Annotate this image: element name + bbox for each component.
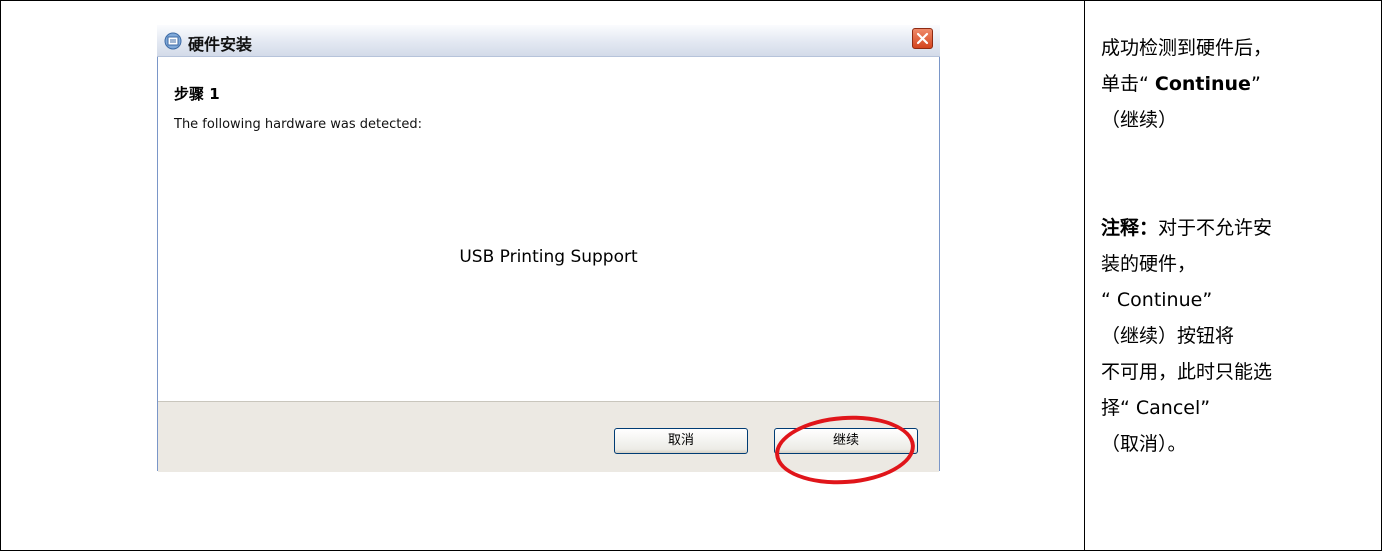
note-label: 注释： bbox=[1101, 217, 1159, 239]
note-line: 择“ Cancel” bbox=[1101, 397, 1211, 419]
note-line: （继续）按钮将 bbox=[1101, 325, 1235, 347]
hardware-icon bbox=[163, 31, 183, 51]
note-text: 单击“ bbox=[1101, 73, 1155, 95]
note-text: ” bbox=[1250, 73, 1261, 95]
note-line: 装的硬件， bbox=[1101, 253, 1197, 275]
note-line: （取消）。 bbox=[1101, 433, 1187, 455]
note-line: 不可用，此时只能选 bbox=[1101, 361, 1273, 383]
note-line: 单击“ Continue” bbox=[1101, 66, 1371, 102]
note-line: （继续） bbox=[1101, 109, 1178, 131]
cancel-button[interactable]: 取消 bbox=[614, 428, 748, 454]
note-line: 注释：对于不允许安 bbox=[1101, 210, 1371, 246]
dialog-body: 步骤 1 The following hardware was detected… bbox=[158, 57, 939, 401]
column-divider bbox=[1084, 0, 1085, 551]
detected-label: The following hardware was detected: bbox=[174, 117, 422, 132]
continue-term: Continue bbox=[1154, 73, 1251, 95]
dialog-title: 硬件安装 bbox=[188, 35, 253, 54]
note-line: “ Continue” bbox=[1101, 289, 1213, 311]
device-name: USB Printing Support bbox=[459, 247, 638, 267]
note-text: 对于不允许安 bbox=[1158, 217, 1273, 239]
close-icon[interactable] bbox=[912, 28, 933, 49]
step-title: 步骤 1 bbox=[174, 85, 220, 103]
title-bar[interactable]: 硬件安装 bbox=[157, 25, 940, 57]
instruction-notes: 成功检测到硬件后， 单击“ Continue” （继续） 注释：对于不允许安 装… bbox=[1101, 30, 1371, 462]
hardware-install-dialog: 硬件安装 步骤 1 The following hardware was det… bbox=[157, 25, 940, 472]
note-line: 成功检测到硬件后， bbox=[1101, 37, 1273, 59]
